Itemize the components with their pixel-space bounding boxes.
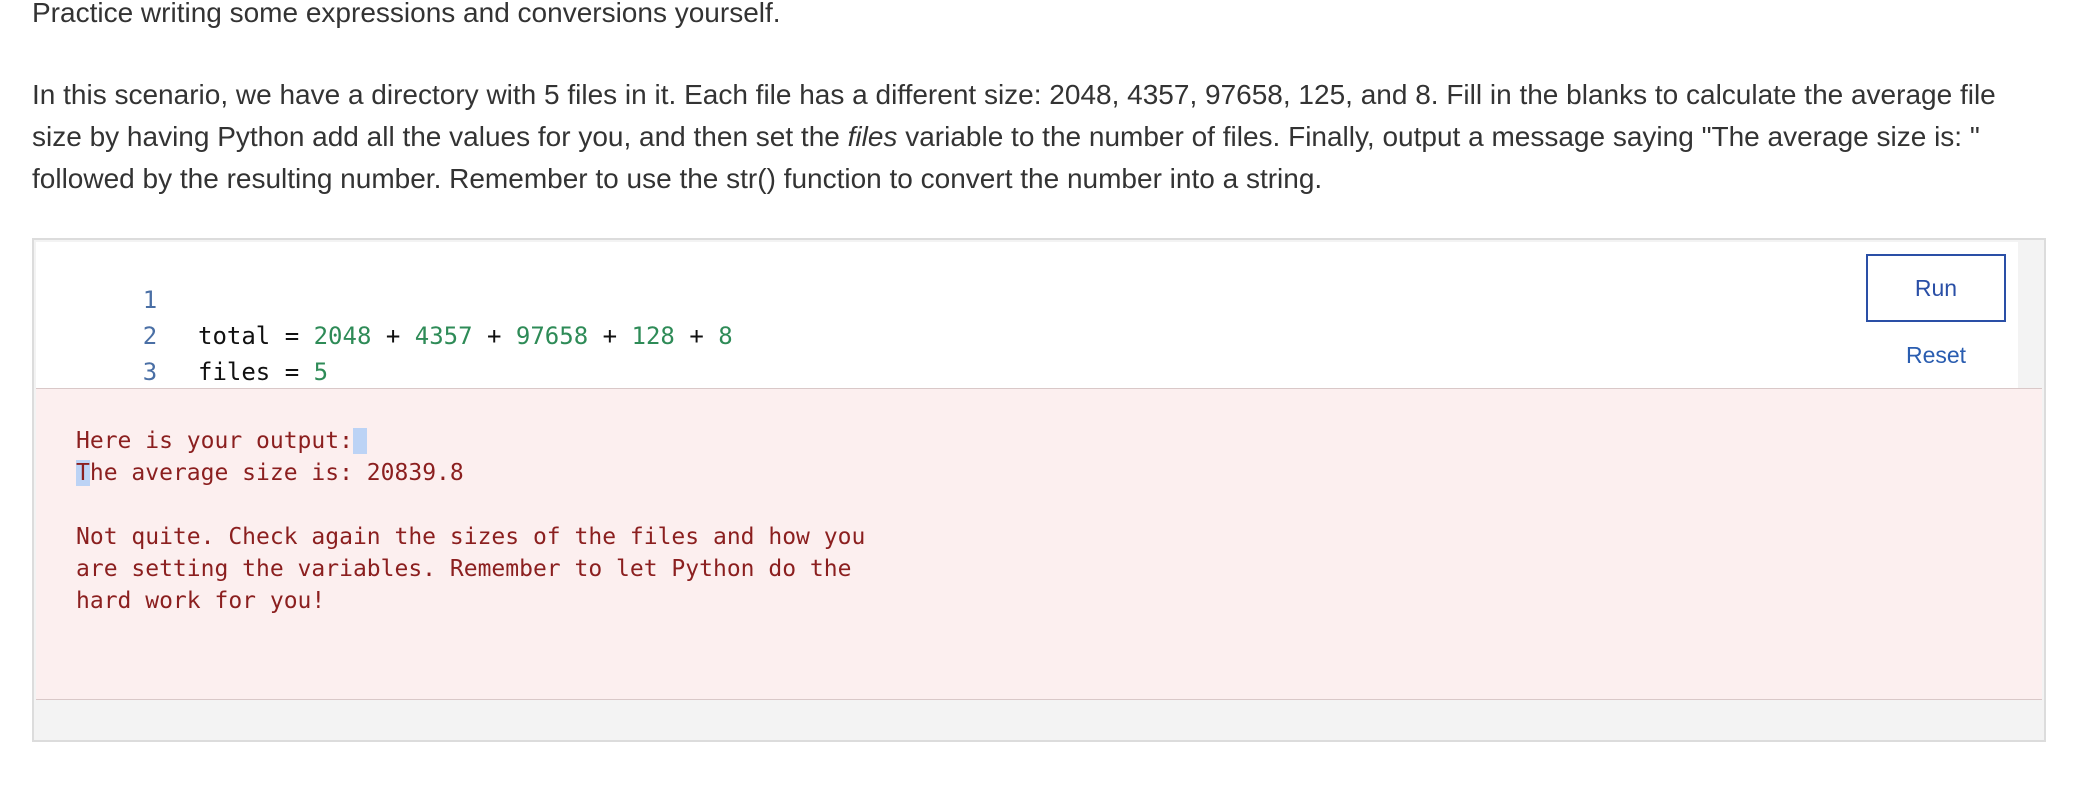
code-token-plain: + — [588, 322, 632, 350]
code-exercise-widget: 1 total = 2048 + 4357 + 97658 + 128 + 8 … — [32, 238, 2046, 742]
code-token-num: 8 — [718, 322, 733, 350]
feedback-line: are setting the variables. Remember to l… — [76, 556, 852, 582]
output-result-first-char: T — [76, 460, 90, 486]
run-button[interactable]: Run — [1866, 254, 2006, 322]
code-token-plain: + — [674, 322, 719, 350]
code-token-num: 128 — [631, 322, 675, 350]
code-token-num: 5 — [313, 358, 329, 386]
feedback-line: Not quite. Check again the sizes of the … — [76, 524, 866, 550]
line-number: 1 — [142, 286, 158, 314]
code-line[interactable]: 4 print("The average size is: " + str(av… — [36, 354, 849, 458]
feedback-line: hard work for you! — [76, 588, 326, 614]
reset-link[interactable]: Reset — [1866, 340, 2006, 370]
widget-footer-bar — [34, 702, 2044, 740]
output-panel: Here is your output: The average size is… — [36, 388, 2042, 700]
scenario-text: In this scenario, we have a directory wi… — [32, 74, 2042, 200]
code-token-plain: total = — [198, 322, 314, 350]
code-editor[interactable]: 1 total = 2048 + 4357 + 97658 + 128 + 8 … — [36, 242, 2018, 458]
code-token-num: 4357 — [414, 322, 473, 350]
code-text[interactable]: total = 2048 + 4357 + 97658 + 128 + 8 — [198, 318, 733, 354]
code-token-num: 2048 — [313, 322, 372, 350]
code-token-num: 97658 — [515, 322, 589, 350]
code-line[interactable]: 2 files = 5 — [36, 282, 328, 386]
output-header-line: Here is your output: — [76, 425, 367, 457]
output-result: he average size is: 20839.8 — [89, 460, 464, 486]
intro-text: Practice writing some expressions and co… — [32, 0, 781, 28]
code-token-plain: + — [472, 322, 516, 350]
line-number: 2 — [142, 322, 158, 350]
code-token-plain: files = — [198, 358, 314, 386]
code-line[interactable]: 1 total = 2048 + 4357 + 97658 + 128 + 8 — [36, 246, 733, 350]
line-number: 3 — [142, 358, 158, 386]
output-header: Here is your output: — [76, 428, 353, 454]
scenario-emphasis: files — [847, 121, 898, 152]
code-text[interactable]: files = 5 — [198, 354, 328, 390]
code-line[interactable]: 3 average = total / files — [36, 318, 531, 422]
output-result-line: The average size is: 20839.8 — [76, 457, 464, 489]
text-cursor-selection — [352, 428, 367, 454]
code-token-plain: + — [371, 322, 415, 350]
